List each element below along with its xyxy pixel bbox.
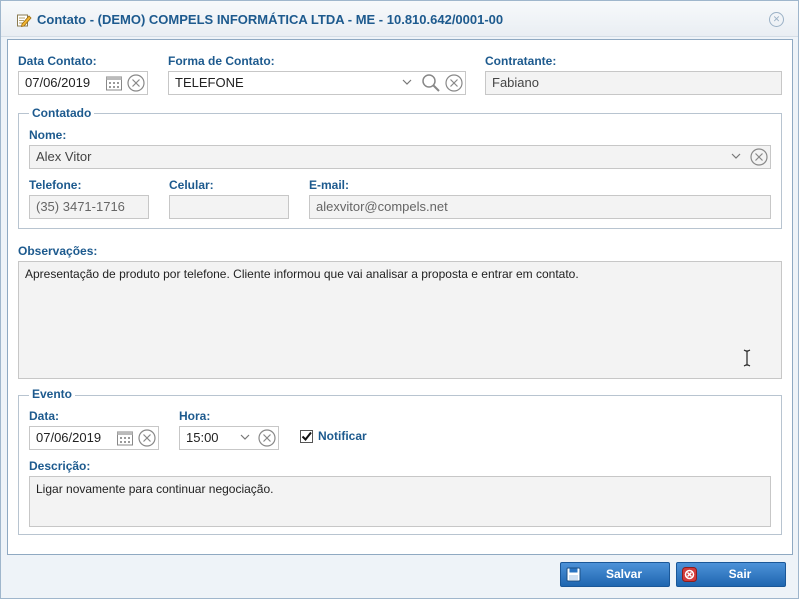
telefone-label: Telefone: bbox=[29, 178, 82, 192]
pencil-note-icon bbox=[16, 12, 32, 28]
data-contato-label: Data Contato: bbox=[18, 54, 97, 68]
dialog-close-button[interactable]: ✕ bbox=[769, 12, 784, 27]
evento-legend: Evento bbox=[29, 387, 76, 401]
nome-label: Nome: bbox=[29, 128, 67, 142]
forma-contato-label: Forma de Contato: bbox=[168, 54, 275, 68]
contratante-field[interactable]: Fabiano bbox=[485, 71, 782, 95]
clear-forma-icon[interactable] bbox=[444, 73, 464, 93]
contact-dialog: Contato - (DEMO) COMPELS INFORMÁTICA LTD… bbox=[0, 0, 799, 599]
email-field[interactable]: alexvitor@compels.net bbox=[309, 195, 771, 219]
evento-data-label: Data: bbox=[29, 409, 60, 423]
celular-label: Celular: bbox=[169, 178, 214, 192]
telefone-value: (35) 3471-1716 bbox=[36, 199, 125, 214]
hora-label: Hora: bbox=[179, 409, 211, 423]
form-panel: Data Contato: 07/06/2019 Forma de Contat… bbox=[7, 39, 793, 555]
nome-chevron-down-icon[interactable] bbox=[730, 150, 742, 162]
text-cursor-icon bbox=[743, 349, 751, 370]
email-label: E-mail: bbox=[309, 178, 350, 192]
notificar-checkbox[interactable] bbox=[300, 430, 313, 443]
data-contato-value: 07/06/2019 bbox=[25, 75, 91, 90]
clear-nome-icon[interactable] bbox=[749, 147, 769, 167]
descricao-label: Descrição: bbox=[29, 459, 91, 473]
telefone-field[interactable]: (35) 3471-1716 bbox=[29, 195, 149, 219]
save-button-label: Salvar bbox=[605, 567, 643, 581]
hora-value: 15:00 bbox=[186, 430, 219, 445]
dialog-titlebar: Contato - (DEMO) COMPELS INFORMÁTICA LTD… bbox=[1, 1, 798, 37]
forma-contato-value: TELEFONE bbox=[175, 75, 244, 90]
search-icon[interactable] bbox=[421, 73, 441, 93]
observacoes-textarea[interactable]: Apresentação de produto por telefone. Cl… bbox=[18, 261, 782, 379]
observacoes-label: Observações: bbox=[18, 244, 98, 258]
clear-date-icon[interactable] bbox=[126, 73, 146, 93]
celular-field[interactable] bbox=[169, 195, 289, 219]
exit-button[interactable]: Sair bbox=[676, 562, 786, 587]
save-button[interactable]: Salvar bbox=[560, 562, 670, 587]
chevron-down-icon[interactable] bbox=[401, 76, 413, 88]
contratante-label: Contratante: bbox=[485, 54, 557, 68]
email-value: alexvitor@compels.net bbox=[316, 199, 448, 214]
contratante-value: Fabiano bbox=[492, 75, 539, 90]
clear-hora-icon[interactable] bbox=[257, 428, 277, 448]
observacoes-value: Apresentação de produto por telefone. Cl… bbox=[25, 267, 579, 281]
nome-select[interactable]: Alex Vitor bbox=[29, 145, 771, 169]
contatado-legend: Contatado bbox=[29, 106, 95, 120]
evento-data-value: 07/06/2019 bbox=[36, 430, 102, 445]
descricao-value: Ligar novamente para continuar negociaçã… bbox=[36, 482, 274, 496]
clear-evento-data-icon[interactable] bbox=[137, 428, 157, 448]
descricao-textarea[interactable]: Ligar novamente para continuar negociaçã… bbox=[29, 476, 771, 527]
exit-button-label: Sair bbox=[728, 567, 752, 581]
notificar-label[interactable]: Notificar bbox=[318, 429, 367, 443]
hora-chevron-down-icon[interactable] bbox=[239, 431, 251, 443]
calendar-icon[interactable] bbox=[105, 74, 123, 92]
nome-value: Alex Vitor bbox=[36, 149, 92, 164]
dialog-title: Contato - (DEMO) COMPELS INFORMÁTICA LTD… bbox=[37, 12, 504, 27]
evento-calendar-icon[interactable] bbox=[116, 429, 134, 447]
